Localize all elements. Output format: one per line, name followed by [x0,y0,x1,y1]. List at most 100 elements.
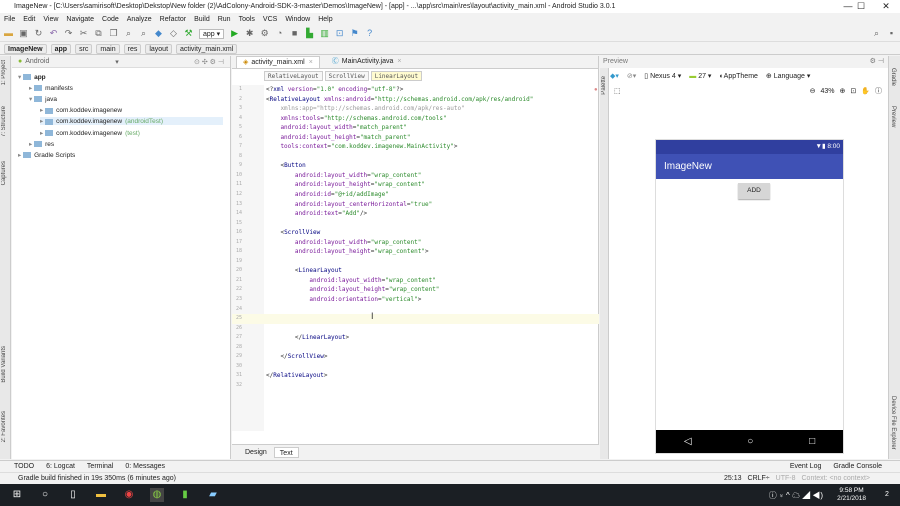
gear-icon[interactable]: ⚙ ⊣ [870,56,884,68]
run-config-select[interactable]: app ▾ [199,28,225,39]
tree-item[interactable]: ▸ Gradle Scripts [18,151,223,159]
profile-icon[interactable]: ◔ [275,29,284,38]
menu-vcs[interactable]: VCS [263,16,277,23]
favorites-tool-button[interactable]: 2: Favorites [1,411,7,442]
project-tool-button[interactable]: 1: Project [1,60,7,85]
tab-design[interactable]: Design [240,447,272,458]
add-button-preview[interactable]: ADD [738,183,770,199]
tree-item[interactable]: ▾ java [29,95,223,103]
pan-icon[interactable]: ✋ [861,87,870,95]
debug-icon[interactable]: ✱ [245,29,254,38]
avd-manager-icon[interactable]: ▥ [320,29,329,38]
logcat-button[interactable]: 6: Logcat [46,463,75,470]
code-area[interactable]: 1 <?xml version="1.0" encoding="utf-8"?> 2… [232,85,599,391]
clock[interactable]: 9:58 PM 2/21/2018 [837,487,866,503]
notepad-icon[interactable]: ▰ [206,488,220,502]
structure-tool-button[interactable]: 7: Structure [1,106,7,137]
close-button[interactable]: ✕ [873,0,899,13]
caret-position[interactable]: 25:13 [724,475,742,482]
stop-icon[interactable]: ■ [290,29,299,38]
zoom-in-icon[interactable]: ⊕ [840,87,846,95]
menu-run[interactable]: Run [218,16,231,23]
menu-analyze[interactable]: Analyze [127,16,152,23]
api-select[interactable]: ▬ 27 ▾ [689,72,711,80]
tree-item[interactable]: ▾ app [18,73,223,81]
sync-icon[interactable]: ↻ [34,29,43,38]
gradle-tool-button[interactable]: Gradle [890,68,896,86]
paste-icon[interactable]: ❐ [109,29,118,38]
app-icon[interactable]: ▮ [178,488,192,502]
back-icon[interactable]: ◆ [154,29,163,38]
theme-select[interactable]: ◐AppTheme [719,73,757,80]
notifications-icon[interactable]: 2 [880,488,894,502]
tab-main-activity-java[interactable]: Ⓒ MainActivity.java × [326,56,408,68]
breadcrumb-item[interactable]: main [96,43,120,54]
event-log-button[interactable]: Event Log [790,463,822,470]
menu-code[interactable]: Code [102,16,119,23]
build-variants-tool-button[interactable]: Build Variants [1,346,7,383]
tree-item[interactable]: ▸ manifests [29,84,223,92]
chevron-down-icon[interactable]: ▾ [115,58,119,66]
open-icon[interactable]: ▬ [4,29,13,38]
close-tab-icon[interactable]: × [397,56,401,68]
find-icon[interactable]: ⌕ [124,29,133,38]
project-view-select[interactable]: Android [25,58,115,65]
encoding[interactable]: UTF-8 [776,475,796,482]
breadcrumb-item[interactable]: layout [145,43,173,54]
tree-item[interactable]: ▸ res [29,140,223,148]
todo-button[interactable]: TODO [14,463,34,470]
fit-screen-icon[interactable]: ⊡ [850,87,856,95]
file-explorer-icon[interactable]: ▬ [94,488,108,502]
attach-debugger-icon[interactable]: ⚙ [260,29,269,38]
device-select[interactable]: ▯ Nexus 4 ▾ [644,72,681,80]
redo-icon[interactable]: ↷ [64,29,73,38]
help-icon[interactable]: ? [365,29,374,38]
messages-button[interactable]: 0: Messages [125,463,165,470]
menu-tools[interactable]: Tools [239,16,255,23]
tree-item[interactable]: ▸ com.koddev.imagenew [40,106,223,114]
xml-tag-scrollview[interactable]: ScrollView [324,71,369,81]
language-select[interactable]: ⊕ Language ▾ [766,72,810,80]
breadcrumb-item[interactable]: app [50,43,72,54]
panel-settings-icon[interactable]: ⊙ ✣ ⚙ ⊣ [194,58,224,66]
breadcrumb-item[interactable]: res [123,43,142,54]
menu-navigate[interactable]: Navigate [66,16,94,23]
menu-edit[interactable]: Edit [23,16,35,23]
android-studio-icon[interactable]: ◍ [150,488,164,502]
tab-activity-main-xml[interactable]: ◈ activity_main.xml × [236,56,320,68]
project-structure-icon[interactable]: ⊡ [335,29,344,38]
close-tab-icon[interactable]: × [309,57,313,69]
chrome-icon[interactable]: ◉ [122,488,136,502]
breadcrumb-item[interactable]: src [75,43,93,54]
captures-tool-button[interactable]: Captures [1,161,7,185]
breadcrumb-item[interactable]: activity_main.xml [176,43,238,54]
forward-icon[interactable]: ◇ [169,29,178,38]
cut-icon[interactable]: ✂ [79,29,88,38]
menu-window[interactable]: Window [285,16,310,23]
info-icon[interactable]: ⓘ [875,86,882,96]
sdk-manager-icon[interactable]: ▙ [305,29,314,38]
xml-tag-relativelayout[interactable]: RelativeLayout [264,71,323,81]
tab-text[interactable]: Text [273,446,299,458]
tree-item[interactable]: ▸ com.koddev.imagenew (test) [40,129,223,137]
task-view-icon[interactable]: ▯ [66,488,80,502]
menu-help[interactable]: Help [318,16,332,23]
menu-view[interactable]: View [43,16,58,23]
search-icon[interactable]: ○ [38,488,52,502]
windows-start-icon[interactable]: ⊞ [10,488,24,502]
undo-icon[interactable]: ↶ [49,29,58,38]
run-icon[interactable]: ▶ [230,29,239,38]
copy-icon[interactable]: ⧉ [94,29,103,38]
blueprint-icon[interactable]: ⬚ [614,87,621,95]
gradle-console-button[interactable]: Gradle Console [833,463,882,470]
save-icon[interactable]: ▣ [19,29,28,38]
breadcrumb-item[interactable]: ImageNew [4,43,47,54]
device-file-explorer-button[interactable]: Device File Explorer [890,396,896,450]
tray-icons[interactable]: ⓘ ⍤ ^ ☁ ◢ ◀) [769,490,823,501]
layers-icon[interactable]: ◆▾ [610,72,619,80]
maximize-button[interactable]: ☐ [848,0,874,13]
android-profiler-icon[interactable]: ⚑ [350,29,359,38]
replace-icon[interactable]: ⌕ [139,29,148,38]
orientation-icon[interactable]: ⊘▾ [627,72,636,80]
make-icon[interactable]: ⚒ [184,29,193,38]
